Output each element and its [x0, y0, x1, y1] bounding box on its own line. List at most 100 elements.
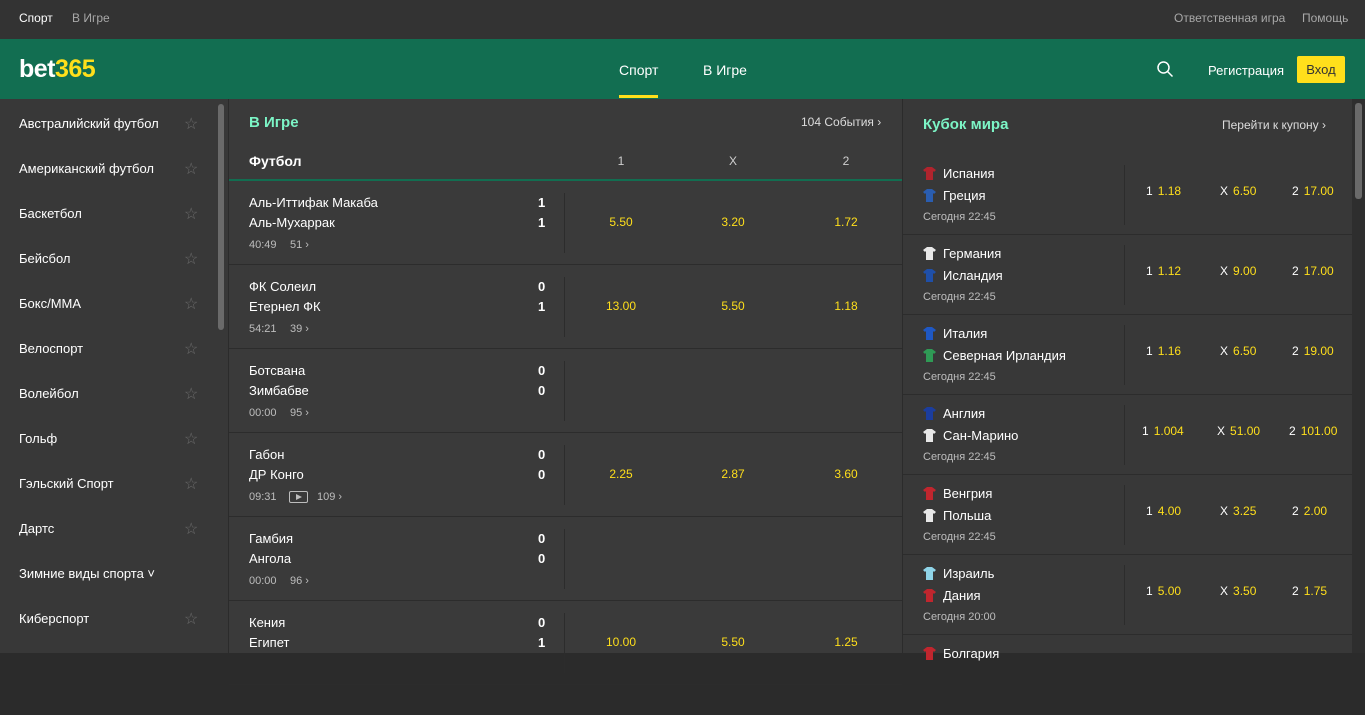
star-icon[interactable]: ☆ — [184, 114, 198, 134]
login-button[interactable]: Вход — [1297, 56, 1345, 83]
odds-button[interactable]: 1 1.004 — [1142, 424, 1184, 438]
odds-button[interactable]: 2.25 — [591, 467, 651, 481]
events-count-link[interactable]: 104 События › — [801, 115, 881, 129]
odds-button[interactable]: X 6.50 — [1220, 184, 1256, 198]
sidebar-item[interactable]: Австралийский футбол ☆ — [19, 99, 209, 144]
odds-button[interactable]: 3.60 — [816, 467, 876, 481]
home-team: Израиль — [943, 566, 995, 581]
odds-button[interactable]: 10.00 — [591, 635, 651, 649]
markets-count-link[interactable]: 96 › — [290, 575, 309, 587]
home-jersey-icon — [923, 247, 936, 260]
markets-count-link[interactable]: 109 › — [317, 491, 342, 503]
odds-button[interactable]: 3.20 — [703, 215, 763, 229]
star-icon[interactable]: ☆ — [184, 384, 198, 404]
odds-button[interactable]: 1.18 — [816, 299, 876, 313]
odds-button[interactable]: 5.50 — [703, 635, 763, 649]
topbar-sport-link[interactable]: Спорт — [19, 11, 53, 25]
odds-button[interactable]: 2.87 — [703, 467, 763, 481]
fixture-row[interactable]: Англия Сан-Марино Сегодня 22:45 1 1.004 X 51.0… — [903, 395, 1352, 475]
odds-button[interactable]: 2 1.75 — [1292, 584, 1327, 598]
odds-button[interactable]: X 51.00 — [1217, 424, 1260, 438]
topbar-inplay-link[interactable]: В Игре — [72, 11, 110, 25]
search-icon[interactable] — [1156, 60, 1174, 78]
star-icon[interactable]: ☆ — [184, 294, 198, 314]
fixture-row[interactable]: Италия Северная Ирландия Сегодня 22:45 1 1.1… — [903, 315, 1352, 395]
star-icon[interactable]: ☆ — [184, 249, 198, 269]
markets-count-link[interactable]: 51 › — [290, 239, 309, 251]
match-row[interactable]: Гамбия Ангола 0 0 00:00 96 › — [229, 517, 902, 601]
coupon-scrollbar[interactable] — [1355, 103, 1362, 199]
tab-inplay[interactable]: В Игре — [703, 62, 747, 78]
odds-button[interactable]: 1 1.12 — [1146, 264, 1181, 278]
sidebar-item[interactable]: Волейбол ☆ — [19, 369, 209, 414]
match-row[interactable]: Ботсвана Зимбабве 0 0 00:00 95 › — [229, 349, 902, 433]
star-icon[interactable]: ☆ — [184, 339, 198, 359]
odds-button[interactable]: 2 19.00 — [1292, 344, 1334, 358]
sidebar-item[interactable]: Зимние виды спорта ˅ — [19, 549, 209, 594]
odds-button[interactable]: 5.50 — [703, 299, 763, 313]
sidebar-item-label: Бокс/MMA — [19, 296, 82, 311]
fixture-row[interactable]: Израиль Дания Сегодня 20:00 1 5.00 X 3.50 2 1.75 — [903, 555, 1352, 635]
help-link[interactable]: Помощь — [1302, 11, 1348, 25]
kickoff-time: Сегодня 22:45 — [923, 211, 996, 223]
inplay-title[interactable]: В Игре — [249, 114, 299, 131]
odds-button[interactable]: 13.00 — [591, 299, 651, 313]
sidebar-item[interactable]: Бокс/MMA ☆ — [19, 279, 209, 324]
bet365-logo[interactable]: bet365 — [19, 55, 96, 84]
match-row[interactable]: ФК Солеил Етернел ФК 0 1 54:21 39 › 13.00 5.50 1… — [229, 265, 902, 349]
odds-button[interactable]: X 9.00 — [1220, 264, 1256, 278]
match-row[interactable]: Кения Египет 0 1 10.00 5.50 1.25 — [229, 601, 902, 685]
match-row[interactable]: Габон ДР Конго 0 0 09:31 109 › 2.25 2.87 3.60 — [229, 433, 902, 517]
sports-sidebar: Австралийский футбол ☆ Американский футбол… — [0, 99, 228, 653]
sidebar-item[interactable]: Гэльский Спорт ☆ — [19, 459, 209, 504]
away-score: 1 — [538, 215, 546, 230]
sidebar-item[interactable]: Американский футбол ☆ — [19, 144, 209, 189]
video-icon[interactable] — [289, 491, 308, 503]
sidebar-item[interactable]: Гольф ☆ — [19, 414, 209, 459]
coupon-title[interactable]: Кубок мира — [923, 116, 1008, 133]
odds-button[interactable]: X 3.25 — [1220, 504, 1256, 518]
register-button[interactable]: Регистрация — [1208, 63, 1284, 78]
odds-button[interactable]: X 6.50 — [1220, 344, 1256, 358]
star-icon[interactable]: ☆ — [184, 519, 198, 539]
odds-button[interactable]: 2 17.00 — [1292, 264, 1334, 278]
fixture-row[interactable]: Венгрия Польша Сегодня 22:45 1 4.00 X 3.25 2 2.0… — [903, 475, 1352, 555]
sidebar-item[interactable]: Киберспорт ☆ — [19, 594, 209, 639]
markets-count-link[interactable]: 39 › — [290, 323, 309, 335]
odds-button[interactable]: 1.25 — [816, 635, 876, 649]
odds-button[interactable]: 5.50 — [591, 215, 651, 229]
odds-button[interactable]: 1.72 — [816, 215, 876, 229]
odds-value: 4.00 — [1157, 504, 1182, 518]
star-icon[interactable]: ☆ — [184, 474, 198, 494]
match-row[interactable]: Аль-Иттифак Макаба Аль-Мухаррак 1 1 40:49 51 … — [229, 181, 902, 265]
fixture-row[interactable]: Германия Исландия Сегодня 22:45 1 1.12 X 9.00 2… — [903, 235, 1352, 315]
odds-value: 3.50 — [1233, 584, 1257, 598]
odds-button[interactable]: 2 17.00 — [1292, 184, 1334, 198]
tab-sport[interactable]: Спорт — [619, 62, 659, 98]
markets-count-link[interactable]: 95 › — [290, 407, 309, 419]
star-icon[interactable]: ☆ — [184, 159, 198, 179]
responsible-gambling-link[interactable]: Ответственная игра — [1174, 11, 1285, 25]
row-divider — [1124, 165, 1125, 225]
sidebar-item[interactable]: Велоспорт ☆ — [19, 324, 209, 369]
star-icon[interactable]: ☆ — [184, 204, 198, 224]
fixture-row[interactable]: Болгария — [903, 635, 1352, 715]
sidebar-item[interactable]: Дартс ☆ — [19, 504, 209, 549]
odds-button[interactable]: 2 101.00 — [1289, 424, 1337, 438]
star-icon[interactable]: ☆ — [184, 429, 198, 449]
sidebar-scrollbar[interactable] — [218, 104, 224, 330]
sidebar-item-label: Гольф — [19, 431, 58, 446]
star-icon[interactable]: ☆ — [184, 609, 198, 629]
odds-button[interactable]: 1 4.00 — [1146, 504, 1181, 518]
go-to-coupon-link[interactable]: Перейти к купону › — [1222, 118, 1326, 132]
odds-outcome-label: X — [1220, 584, 1229, 598]
odds-button[interactable]: X 3.50 — [1220, 584, 1256, 598]
fixture-row[interactable]: Испания Греция Сегодня 22:45 1 1.18 X 6.50 2 17.… — [903, 155, 1352, 235]
odds-button[interactable]: 2 2.00 — [1292, 504, 1327, 518]
home-team: Германия — [943, 246, 1002, 261]
sidebar-item[interactable]: Баскетбол ☆ — [19, 189, 209, 234]
odds-button[interactable]: 1 5.00 — [1146, 584, 1181, 598]
odds-button[interactable]: 1 1.16 — [1146, 344, 1181, 358]
sidebar-item[interactable]: Бейсбол ☆ — [19, 234, 209, 279]
odds-button[interactable]: 1 1.18 — [1146, 184, 1181, 198]
